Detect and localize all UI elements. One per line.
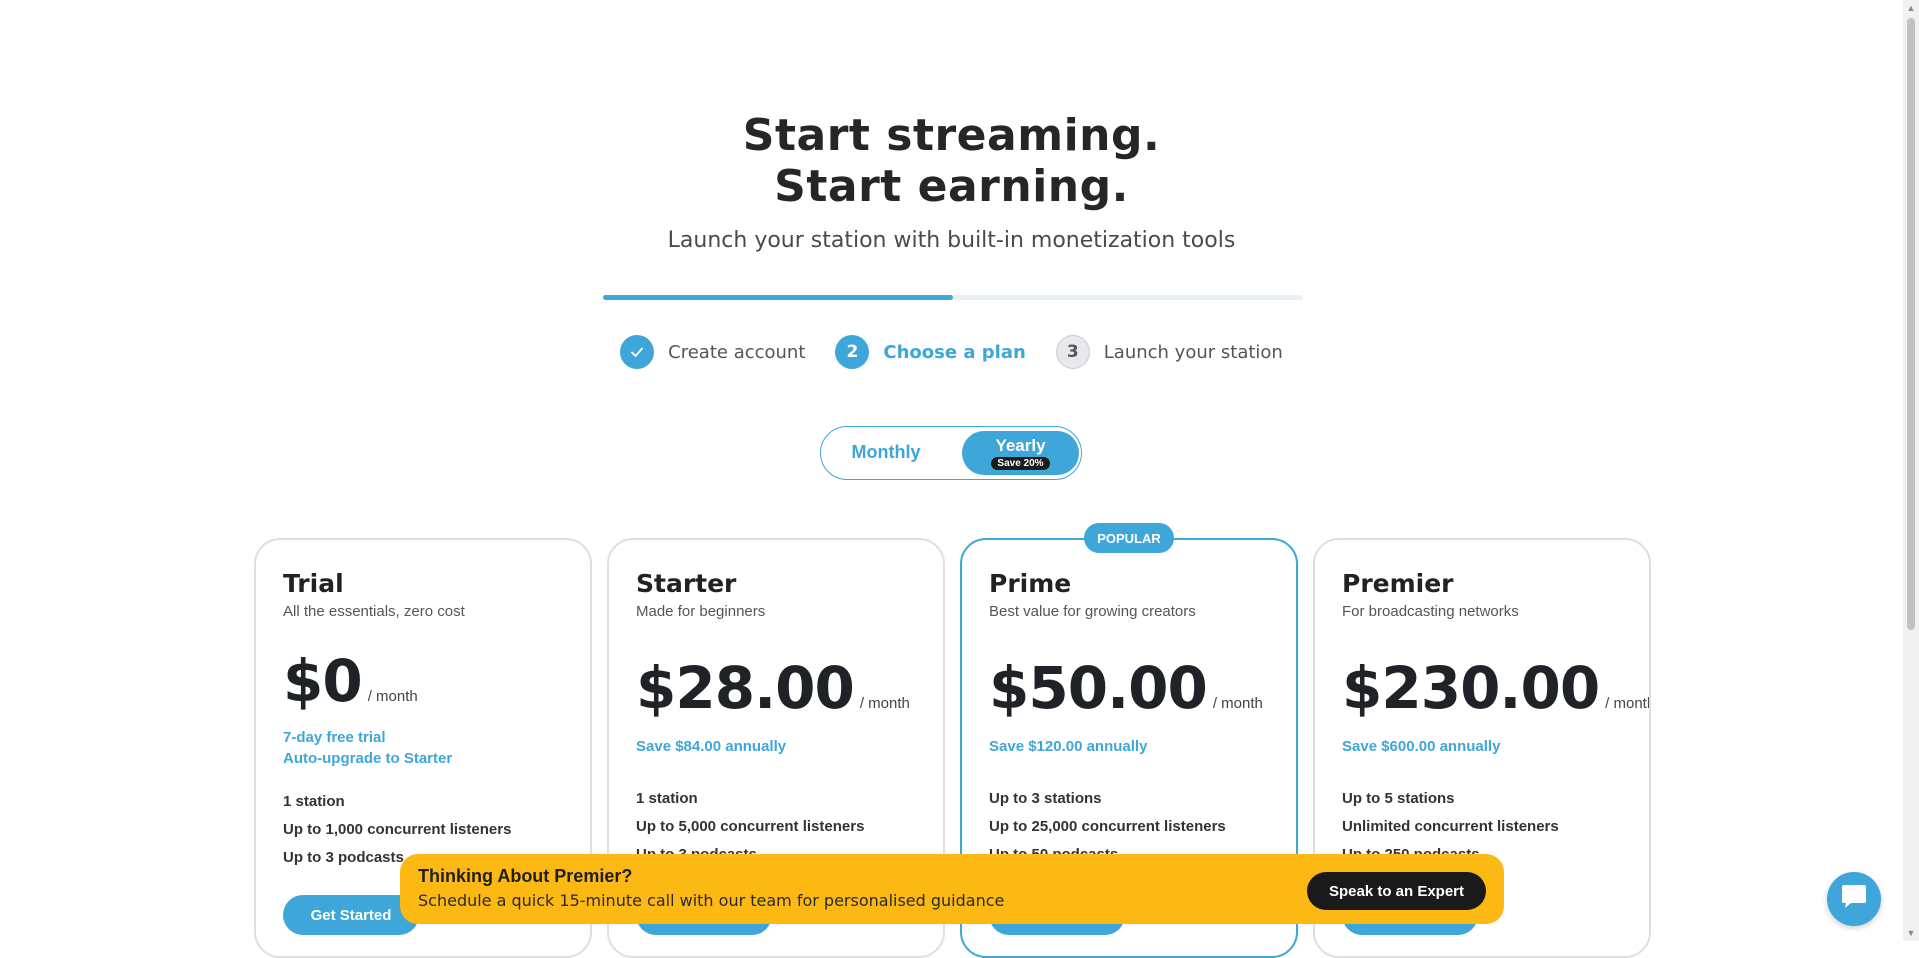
billing-period-toggle: Monthly Yearly Save 20% [820,426,1082,480]
step-label: Launch your station [1103,341,1283,363]
scroll-down-arrow-icon[interactable]: ▼ [1906,928,1916,938]
step-choose-plan: 2 Choose a plan [835,335,1026,369]
plan-price: $230.00 [1342,654,1600,722]
plan-name: Starter [636,569,737,598]
feature-item: Up to 1,000 concurrent listeners [283,821,512,838]
banner-text: Schedule a quick 15-minute call with our… [418,891,1005,910]
feature-item: 1 station [283,793,345,810]
feature-item: Up to 5,000 concurrent listeners [636,818,865,835]
feature-item: Up to 5 stations [1342,790,1455,807]
upgrade-note: Auto-upgrade to Starter [283,750,453,767]
title-line-1: Start streaming. [742,110,1161,161]
price-row: $0 / month [283,647,590,715]
plan-description: All the essentials, zero cost [283,603,465,620]
step-label: Choose a plan [883,341,1026,363]
get-started-button[interactable]: Get Started [283,895,419,935]
price-period: / month [1605,695,1651,712]
popular-badge: POPULAR [1084,523,1174,553]
stepper: Create account 2 Choose a plan 3 Launch … [0,335,1903,369]
plan-price: $28.00 [636,654,855,722]
plan-name: Premier [1342,569,1454,598]
step-launch-station: 3 Launch your station [1055,335,1283,369]
price-row: $50.00 / month [989,654,1296,722]
save-badge: Save 20% [991,456,1050,470]
trial-note: 7-day free trial [283,729,386,746]
plan-description: For broadcasting networks [1342,603,1519,620]
step-number: 3 [1055,335,1090,369]
chat-bubble-icon [1839,883,1869,916]
step-create-account: Create account [620,335,805,369]
scroll-up-arrow-icon[interactable]: ▲ [1906,3,1916,13]
feature-item: 1 station [636,790,698,807]
check-icon [620,335,655,369]
feature-item: Up to 25,000 concurrent listeners [989,818,1226,835]
vertical-scrollbar[interactable]: ▲ ▼ [1903,0,1919,941]
price-row: $28.00 / month [636,654,943,722]
title-line-2: Start earning. [774,161,1129,212]
plan-price: $50.00 [989,654,1208,722]
plan-price: $0 [283,647,363,715]
price-period: / month [367,688,418,705]
pricing-page: Start streaming. Start earning. Launch y… [0,0,1903,958]
feature-item: Up to 3 stations [989,790,1102,807]
yearly-label: Yearly [995,435,1046,455]
price-period: / month [1212,695,1263,712]
plan-name: Trial [283,569,344,598]
step-number: 2 [835,335,870,369]
feature-item: Unlimited concurrent listeners [1342,818,1559,835]
plan-description: Made for beginners [636,603,766,620]
plan-note: 7-day free trial Auto-upgrade to Starter [283,727,590,769]
yearly-option[interactable]: Yearly Save 20% [962,431,1079,475]
chat-button[interactable] [1827,872,1881,926]
step-label: Create account [668,341,806,363]
price-row: $230.00 / month [1342,654,1649,722]
page-title: Start streaming. Start earning. [0,110,1903,212]
price-period: / month [859,695,910,712]
monthly-option[interactable]: Monthly [821,427,951,478]
savings-note: Save $600.00 annually [1342,738,1501,755]
speak-to-expert-button[interactable]: Speak to an Expert [1307,872,1486,910]
savings-note: Save $84.00 annually [636,738,787,755]
page-subtitle: Launch your station with built-in moneti… [667,228,1236,253]
plan-description: Best value for growing creators [989,603,1196,620]
progress-bar-fill [603,295,953,300]
savings-note: Save $120.00 annually [989,738,1148,755]
plan-name: Prime [989,569,1072,598]
premier-promo-banner: Thinking About Premier? Schedule a quick… [400,854,1504,924]
scrollbar-thumb[interactable] [1907,18,1915,630]
progress-bar [603,295,1303,300]
banner-title: Thinking About Premier? [418,866,633,886]
